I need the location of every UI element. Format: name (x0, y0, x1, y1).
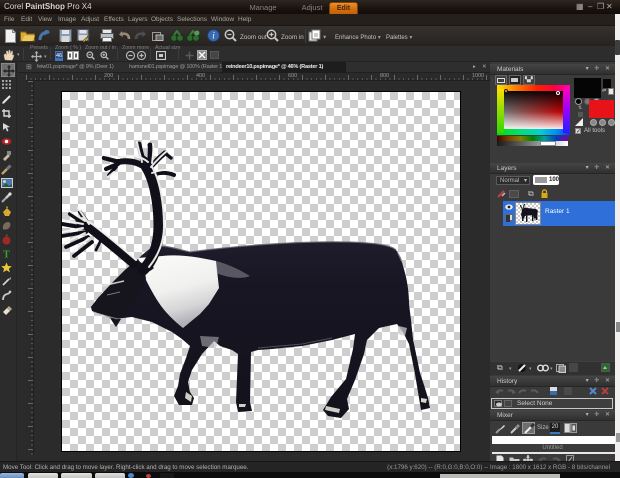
svg-text:T: T (3, 250, 10, 260)
